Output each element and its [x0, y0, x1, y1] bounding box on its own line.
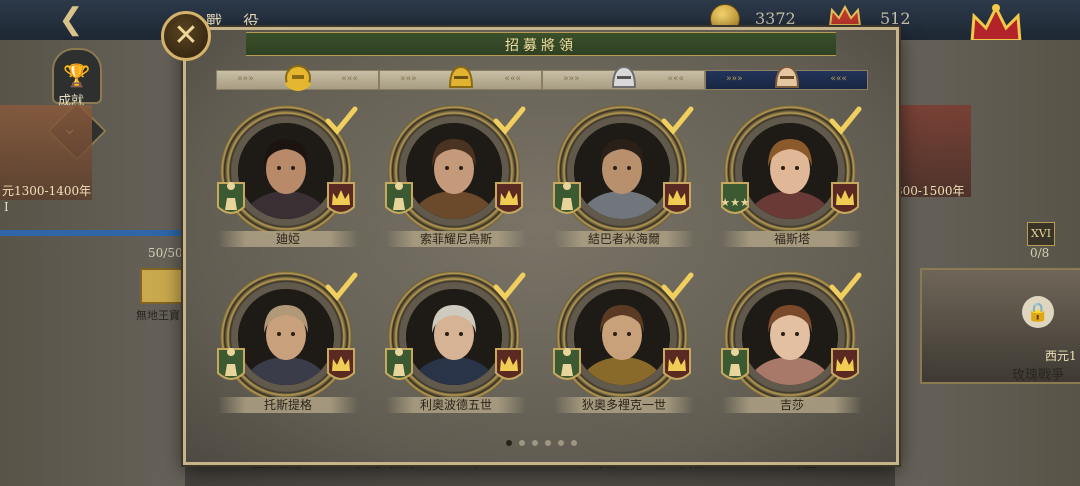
recruited-check-icon	[829, 272, 862, 301]
page-dot[interactable]	[571, 440, 577, 446]
general-card[interactable]: 廸婭	[216, 105, 358, 247]
silver-helmet-icon	[611, 65, 636, 88]
general-card[interactable]: ★★★ 福斯塔	[720, 105, 862, 247]
left-map-label: 無地王寶	[136, 309, 180, 322]
lock-icon: 🔒	[1022, 296, 1054, 328]
tab-silver[interactable]: »»» «««	[542, 65, 705, 90]
general-name: 廸婭	[218, 231, 358, 247]
map-icon[interactable]	[140, 268, 184, 304]
pawn-icon	[385, 182, 413, 214]
left-era-label: 元1300-1400年	[2, 184, 92, 198]
recruited-check-icon	[493, 272, 526, 301]
back-arrow-icon[interactable]: ❮	[45, 2, 97, 37]
page-dot[interactable]	[506, 440, 512, 446]
general-portrait	[406, 123, 502, 219]
crown-icon	[327, 182, 355, 214]
general-card[interactable]: 結巴者米海爾	[552, 105, 694, 247]
pawn-icon	[217, 182, 245, 214]
general-name: 福斯塔	[722, 231, 862, 247]
right-progress-count: 0/8	[1030, 246, 1050, 260]
left-era-roman: I	[4, 200, 9, 214]
general-card[interactable]: 索菲耀尼烏斯	[384, 105, 526, 247]
dialog-title: 招募將領	[505, 38, 577, 54]
tab-bronze[interactable]: »»» «««	[705, 65, 868, 90]
recruit-generals-dialog: 招募將領 »»» ««« »»» ««« »»» ««« »»» ««« 廸婭 …	[183, 27, 899, 465]
timeline-line	[0, 230, 185, 236]
gold-laurel-helmet-icon	[284, 65, 311, 91]
pagination-dots	[506, 440, 577, 446]
general-portrait	[406, 289, 502, 385]
pawn-icon	[721, 348, 749, 380]
right-card-era: 西元1	[1045, 349, 1077, 363]
right-era-label: 300-1500年	[895, 184, 965, 198]
general-name: 利奧波德五世	[386, 397, 526, 413]
crown-icon	[663, 348, 691, 380]
right-era-roman: XVI	[1027, 222, 1055, 246]
general-portrait	[742, 289, 838, 385]
general-card[interactable]: 狄奧多裡克一世	[552, 271, 694, 413]
crown-icon	[495, 348, 523, 380]
page-dot[interactable]	[558, 440, 564, 446]
left-progress-count: 50/50	[148, 246, 183, 260]
general-name: 索菲耀尼烏斯	[386, 231, 526, 247]
crown-icon	[831, 182, 859, 214]
general-card[interactable]: 吉莎	[720, 271, 862, 413]
page-dot[interactable]	[545, 440, 551, 446]
recruited-check-icon	[661, 106, 694, 135]
pawn-icon	[385, 348, 413, 380]
svg-text:★★★: ★★★	[720, 196, 750, 209]
tab-gold-laurel[interactable]: »»» «««	[216, 65, 379, 91]
crown-icon	[495, 182, 523, 214]
general-portrait	[574, 123, 670, 219]
general-name: 吉莎	[722, 397, 862, 413]
crown-icon	[663, 182, 691, 214]
recruited-check-icon	[661, 272, 694, 301]
pawn-icon	[217, 348, 245, 380]
crown-icon	[831, 348, 859, 380]
right-card-label: 玫瑰戰爭	[1012, 368, 1065, 383]
pawn-icon	[553, 348, 581, 380]
general-card[interactable]: 利奧波德五世	[384, 271, 526, 413]
recruited-check-icon	[493, 106, 526, 135]
general-card[interactable]: 托斯提格	[216, 271, 358, 413]
bronze-helmet-icon	[774, 65, 799, 88]
page-dot[interactable]	[519, 440, 525, 446]
general-name: 結巴者米海爾	[554, 231, 694, 247]
general-name: 狄奧多裡克一世	[554, 397, 694, 413]
general-portrait	[238, 289, 334, 385]
pawn-icon	[553, 182, 581, 214]
general-portrait	[574, 289, 670, 385]
recruited-check-icon	[325, 272, 358, 301]
stars-icon: ★★★	[720, 182, 750, 214]
tab-gold[interactable]: »»» «««	[379, 65, 542, 90]
crown-icon	[327, 348, 355, 380]
general-portrait	[238, 123, 334, 219]
coin-count: 3372	[755, 9, 796, 28]
recruited-check-icon	[325, 106, 358, 135]
page-dot[interactable]	[532, 440, 538, 446]
crown-count: 512	[880, 9, 911, 28]
dialog-title-banner: 招募將領	[246, 32, 836, 56]
tier-tabs: »»» ««« »»» ««« »»» ««« »»» «««	[216, 65, 868, 91]
close-button[interactable]: ✕	[161, 11, 211, 61]
general-name: 托斯提格	[218, 397, 358, 413]
gold-helmet-icon	[448, 65, 473, 88]
general-portrait	[742, 123, 838, 219]
recruited-check-icon	[829, 106, 862, 135]
